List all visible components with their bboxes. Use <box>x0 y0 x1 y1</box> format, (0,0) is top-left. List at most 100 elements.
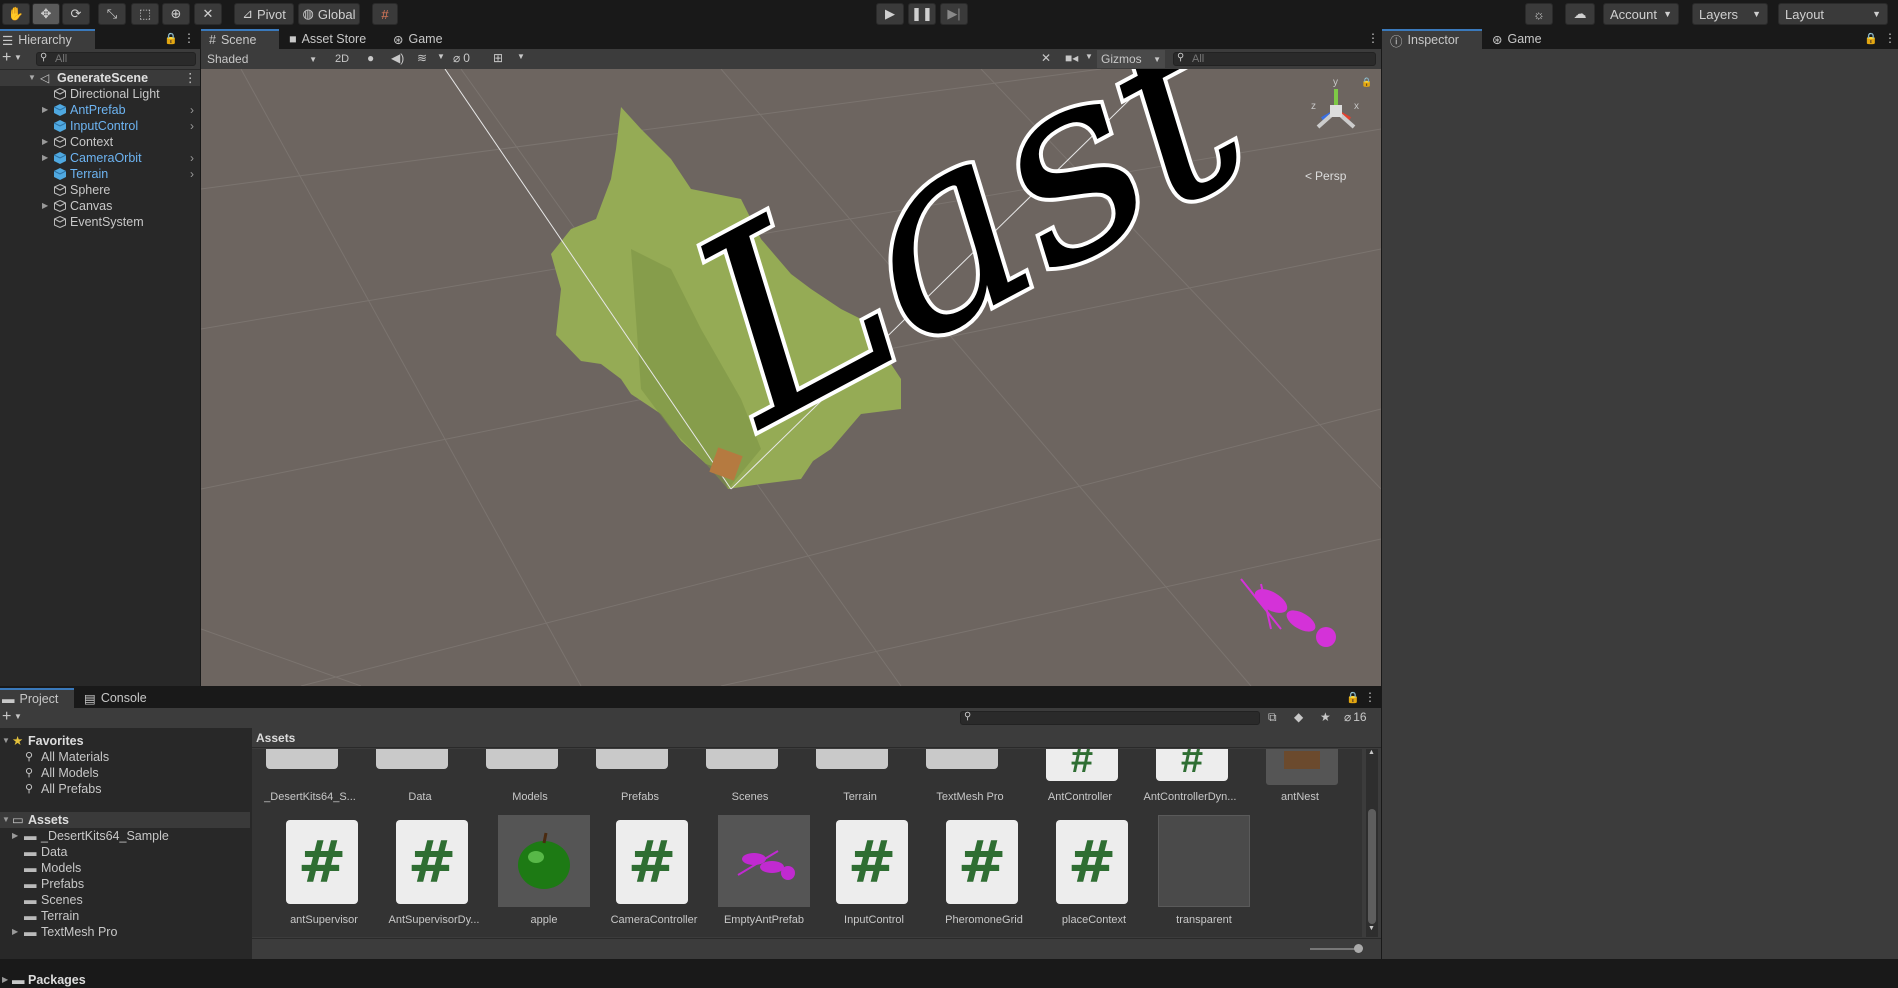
packages-row[interactable]: ▶ ▬ Packages <box>0 972 250 988</box>
account-dropdown[interactable]: Account ▼ <box>1603 3 1679 25</box>
expand-arrow-icon[interactable]: ▶ <box>12 828 18 844</box>
filter-by-type-icon[interactable]: ⧉ <box>1268 710 1277 725</box>
effects-icon[interactable]: ≋ <box>417 51 427 65</box>
asset-tile[interactable]: transparent <box>1140 815 1250 930</box>
hierarchy-item[interactable]: ▶ Canvas <box>0 198 200 214</box>
open-prefab-chevron-icon[interactable]: › <box>190 118 194 134</box>
asset-tile[interactable]: EmptyAntPrefab <box>700 815 810 930</box>
tab-scene[interactable]: # Scene <box>201 29 279 49</box>
step-button[interactable]: ▶| <box>940 3 968 25</box>
asset-tile[interactable]: # InputControl <box>810 815 910 930</box>
add-icon[interactable]: + <box>2 49 11 67</box>
expand-arrow-icon[interactable]: ▶ <box>2 972 8 988</box>
project-folder-item[interactable]: ▬ Scenes <box>0 892 250 908</box>
2d-toggle[interactable]: 2D <box>329 50 355 68</box>
hierarchy-item[interactable]: Terrain › <box>0 166 200 182</box>
layers-dropdown[interactable]: Layers ▼ <box>1692 3 1768 25</box>
orientation-gizmo[interactable]: y x z <box>1306 77 1366 141</box>
pause-button[interactable]: ❚❚ <box>908 3 936 25</box>
hidden-packages-toggle[interactable]: ⌀ 16 <box>1344 710 1367 724</box>
hierarchy-item[interactable]: Directional Light <box>0 86 200 102</box>
favorite-item[interactable]: ⚲ All Models <box>0 765 250 781</box>
move-tool-button[interactable]: ✥ <box>32 3 60 25</box>
custom-tool-button[interactable]: ✕ <box>194 3 222 25</box>
scrollbar-thumb[interactable] <box>1368 809 1376 924</box>
perspective-toggle[interactable]: < Persp <box>1305 169 1346 183</box>
asset-tile[interactable]: # AntController <box>1030 749 1130 805</box>
chevron-down-icon[interactable]: ▼ <box>437 52 445 61</box>
tab-game-right[interactable]: ⊛ Game <box>1484 29 1554 49</box>
scale-tool-button[interactable]: ⤡ <box>98 3 126 25</box>
scroll-down-icon[interactable]: ▼ <box>1368 925 1375 932</box>
play-button[interactable]: ▶ <box>876 3 904 25</box>
light-settings-button[interactable]: ☼ <box>1525 3 1553 25</box>
star-icon[interactable]: ★ <box>1320 710 1331 724</box>
rect-tool-button[interactable]: ⬚ <box>131 3 159 25</box>
asset-tile[interactable]: # placeContext <box>1030 815 1130 930</box>
tab-project[interactable]: ▬ Project <box>0 688 74 708</box>
hidden-objects-toggle[interactable]: ⌀ 0 <box>453 51 470 65</box>
hierarchy-item[interactable]: ▶ CameraOrbit › <box>0 150 200 166</box>
rotate-tool-button[interactable]: ⟳ <box>62 3 90 25</box>
asset-tile[interactable]: _DesertKits64_S... <box>260 749 360 805</box>
project-folder-item[interactable]: ▬ Terrain <box>0 908 250 924</box>
asset-tile[interactable]: Terrain <box>810 749 910 805</box>
hierarchy-item[interactable]: EventSystem <box>0 214 200 230</box>
lock-icon[interactable]: 🔒 <box>1361 77 1372 88</box>
chevron-down-icon[interactable]: ▼ <box>14 712 22 721</box>
label-icon[interactable]: ◆ <box>1294 710 1303 724</box>
assets-root-row[interactable]: ▼ ▭ Assets <box>0 812 250 828</box>
grid-snap-button[interactable]: # <box>372 3 398 25</box>
expand-arrow-icon[interactable]: ▶ <box>42 198 48 214</box>
chevron-down-icon[interactable]: ▼ <box>14 53 22 62</box>
tools-icon[interactable]: ✕ <box>1041 51 1051 65</box>
asset-tile[interactable]: apple <box>480 815 590 930</box>
hierarchy-item[interactable]: ▶ Context <box>0 134 200 150</box>
audio-icon[interactable]: ◀) <box>391 51 404 65</box>
asset-tile[interactable]: # AntSupervisorDy... <box>370 815 479 930</box>
more-menu-icon[interactable]: ⋮ <box>1884 31 1896 45</box>
expand-arrow-icon[interactable]: ▶ <box>12 924 18 940</box>
gizmos-dropdown[interactable]: Gizmos ▼ <box>1097 50 1165 68</box>
asset-tile[interactable]: Scenes <box>700 749 800 805</box>
lighting-icon[interactable]: ● <box>367 51 374 65</box>
open-prefab-chevron-icon[interactable]: › <box>190 150 194 166</box>
project-search-input[interactable]: ⚲ <box>960 711 1260 725</box>
hierarchy-search-input[interactable]: ⚲ All <box>36 52 196 66</box>
expand-arrow-icon[interactable]: ▶ <box>42 134 48 150</box>
open-prefab-chevron-icon[interactable]: › <box>190 166 194 182</box>
project-folder-item[interactable]: ▬ Data <box>0 844 250 860</box>
asset-tile[interactable]: TextMesh Pro <box>920 749 1020 805</box>
more-menu-icon[interactable]: ⋮ <box>1367 31 1379 45</box>
tab-hierarchy[interactable]: ☰ Hierarchy <box>0 29 95 49</box>
lock-icon[interactable]: 🔒 <box>164 32 178 45</box>
asset-tile[interactable]: Prefabs <box>590 749 690 805</box>
camera-icon[interactable]: ■◂ <box>1065 51 1078 65</box>
lock-icon[interactable]: 🔒 <box>1346 691 1360 704</box>
hierarchy-item[interactable]: InputControl › <box>0 118 200 134</box>
project-folder-item[interactable]: ▶ ▬ _DesertKits64_Sample <box>0 828 250 844</box>
tab-game[interactable]: ⊛ Game <box>385 29 455 49</box>
thumbnail-size-slider-handle[interactable] <box>1354 944 1363 953</box>
transform-tool-button[interactable]: ⊕ <box>162 3 190 25</box>
hierarchy-item[interactable]: Sphere <box>0 182 200 198</box>
asset-tile[interactable]: # AntControllerDyn... <box>1140 749 1240 805</box>
scene-root-row[interactable]: ▼ ◁ GenerateScene ⋮ <box>0 70 200 86</box>
pivot-toggle[interactable]: ⊿ Pivot <box>234 3 294 25</box>
project-folder-item[interactable]: ▶ ▬ TextMesh Pro <box>0 924 250 940</box>
expand-arrow-icon[interactable]: ▼ <box>28 70 36 86</box>
tab-asset-store[interactable]: ■ Asset Store <box>281 29 381 49</box>
scroll-up-icon[interactable]: ▲ <box>1368 749 1375 756</box>
asset-tile[interactable]: # PheromoneGrid <box>920 815 1023 930</box>
more-menu-icon[interactable]: ⋮ <box>1364 690 1376 704</box>
layout-dropdown[interactable]: Layout ▼ <box>1778 3 1888 25</box>
project-folder-item[interactable]: ▬ Models <box>0 860 250 876</box>
asset-tile[interactable]: # antSupervisor <box>260 815 360 930</box>
favorite-item[interactable]: ⚲ All Materials <box>0 749 250 765</box>
tab-console[interactable]: ▤ Console <box>76 688 156 708</box>
hand-tool-button[interactable]: ✋ <box>2 3 30 25</box>
asset-scrollbar[interactable]: ▲ ▼ <box>1366 749 1378 937</box>
lock-icon[interactable]: 🔒 <box>1864 32 1878 45</box>
chevron-down-icon[interactable]: ▼ <box>1085 52 1093 61</box>
more-menu-icon[interactable]: ⋮ <box>183 31 195 45</box>
